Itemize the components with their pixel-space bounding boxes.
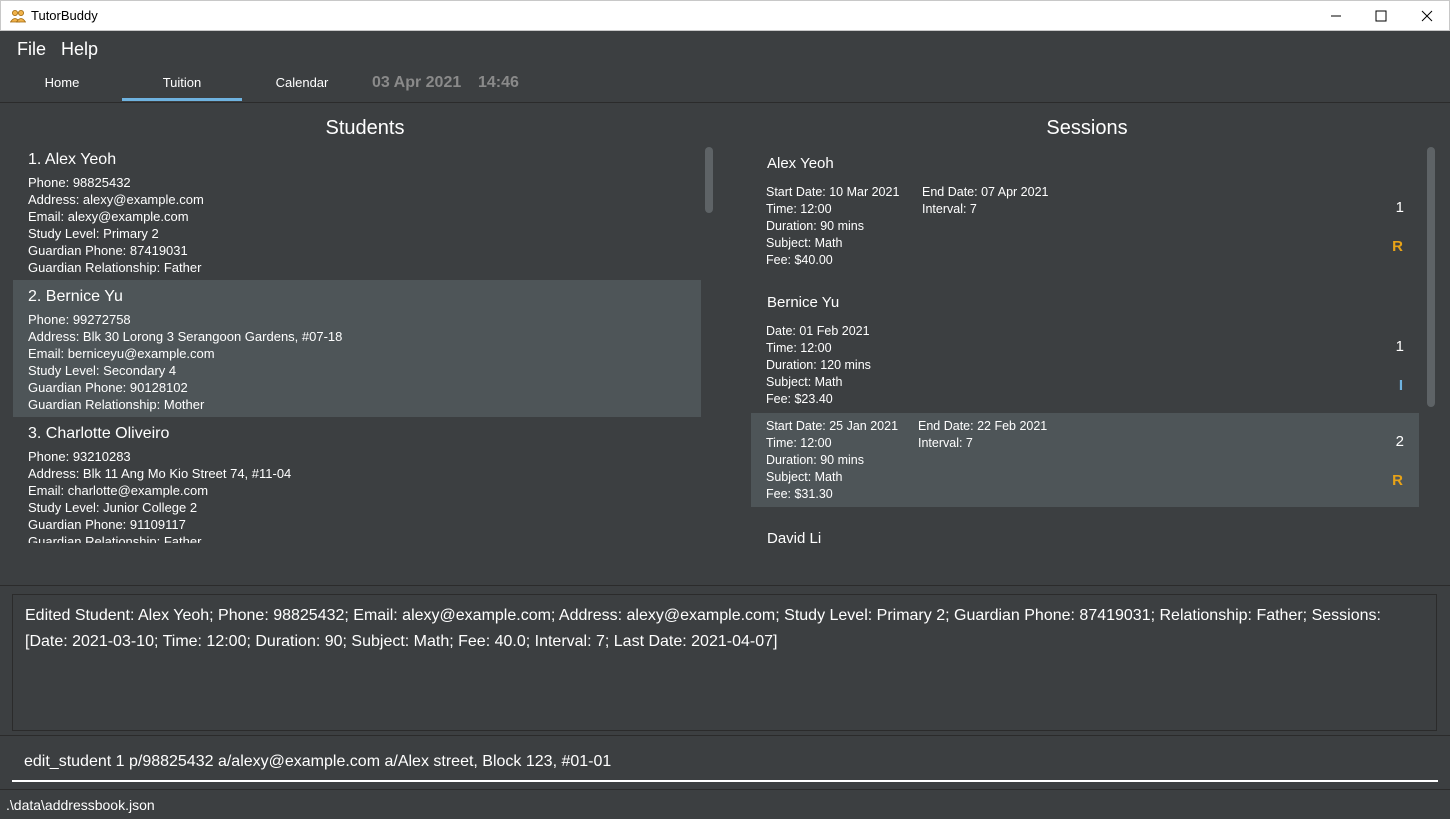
session-duration: Duration: 90 mins (766, 453, 864, 467)
current-time: 14:46 (478, 74, 519, 91)
session-owner-name: Bernice Yu (767, 294, 840, 311)
session-duration: Duration: 90 mins (766, 219, 864, 233)
guardian-relationship: Guardian Relationship: Father (28, 260, 202, 275)
tab-home[interactable]: Home (2, 65, 122, 101)
session-type-tag: R (1392, 238, 1403, 255)
menu-help[interactable]: Help (61, 39, 98, 60)
tab-tuition[interactable]: Tuition (122, 65, 242, 101)
session-scrollbar-thumb[interactable] (1427, 147, 1435, 407)
student-level: Study Level: Secondary 4 (28, 363, 177, 378)
student-card[interactable]: 3. Charlotte Oliveiro Phone: 93210283 Ad… (13, 417, 701, 543)
student-email: Email: alexy@example.com (28, 209, 189, 224)
session-owner-name: Alex Yeoh (767, 155, 834, 172)
student-address: Address: Blk 30 Lorong 3 Serangoon Garde… (28, 329, 343, 344)
result-display: Edited Student: Alex Yeoh; Phone: 988254… (12, 594, 1437, 731)
student-scrollbar[interactable] (705, 147, 713, 539)
minimize-button[interactable] (1313, 1, 1359, 31)
main-panel: Students 1. Alex Yeoh Phone: 98825432 Ad… (3, 103, 1447, 585)
session-index: 1 (1395, 338, 1404, 355)
command-input[interactable] (12, 744, 1438, 782)
tab-bar: Home Tuition Calendar 03 Apr 2021 14:46 (0, 65, 1450, 103)
session-fee: Fee: $31.30 (766, 487, 833, 501)
session-index: 1 (1395, 199, 1404, 216)
student-phone: Phone: 98825432 (28, 175, 131, 190)
command-panel (0, 735, 1450, 787)
students-title: Students (325, 117, 405, 139)
result-panel: Edited Student: Alex Yeoh; Phone: 988254… (0, 585, 1450, 733)
guardian-relationship: Guardian Relationship: Father (28, 534, 202, 543)
student-phone: Phone: 99272758 (28, 312, 131, 327)
current-date: 03 Apr 2021 (372, 74, 462, 91)
session-time: Time: 12:00 (766, 436, 832, 450)
people-icon (10, 10, 26, 23)
session-end-date: End Date: 22 Feb 2021 (918, 419, 1048, 433)
status-bar: .\data\addressbook.json (0, 789, 1450, 819)
session-fee: Fee: $40.00 (766, 253, 833, 267)
student-list[interactable]: 1. Alex Yeoh Phone: 98825432 Address: al… (13, 143, 701, 543)
session-type-tag: I (1398, 377, 1403, 394)
student-name: 1. Alex Yeoh (28, 151, 117, 168)
session-card[interactable]: Start Date: 25 Jan 2021 End Date: 22 Feb… (751, 413, 1419, 507)
session-start-date: Start Date: 25 Jan 2021 (766, 419, 899, 433)
student-address: Address: alexy@example.com (28, 192, 204, 207)
session-fee: Fee: $23.40 (766, 392, 833, 406)
session-list[interactable]: Alex Yeoh Start Date: 10 Mar 2021 End Da… (751, 143, 1419, 543)
maximize-icon (1375, 10, 1387, 22)
session-subject: Subject: Math (766, 470, 843, 484)
minimize-icon (1331, 15, 1341, 17)
guardian-relationship: Guardian Relationship: Mother (28, 397, 205, 412)
menu-bar: File Help (0, 31, 1450, 65)
session-duration: Duration: 120 mins (766, 358, 871, 372)
student-name: 2. Bernice Yu (28, 288, 123, 305)
session-subject: Subject: Math (766, 236, 843, 250)
session-time: Time: 12:00 (766, 341, 832, 355)
session-type-tag: R (1392, 472, 1403, 489)
window-title: TutorBuddy (31, 8, 98, 23)
sessions-title: Sessions (1046, 117, 1128, 139)
student-card[interactable]: 2. Bernice Yu Phone: 99272758 Address: B… (13, 280, 701, 417)
tab-calendar[interactable]: Calendar (242, 65, 362, 101)
save-file-path: .\data\addressbook.json (6, 797, 155, 813)
session-interval: Interval: 7 (918, 436, 973, 450)
menu-file[interactable]: File (17, 39, 46, 60)
session-start-date: Start Date: 10 Mar 2021 (766, 185, 900, 199)
session-end-date: End Date: 07 Apr 2021 (922, 185, 1049, 199)
session-index: 2 (1395, 433, 1404, 450)
session-date: Date: 01 Feb 2021 (766, 324, 870, 338)
session-owner-name: David Li (767, 530, 822, 543)
student-card[interactable]: 1. Alex Yeoh Phone: 98825432 Address: al… (13, 143, 701, 280)
guardian-phone: Guardian Phone: 91109117 (28, 517, 186, 532)
student-email: Email: charlotte@example.com (28, 483, 209, 498)
student-phone: Phone: 93210283 (28, 449, 131, 464)
guardian-phone: Guardian Phone: 90128102 (28, 380, 188, 395)
student-level: Study Level: Primary 2 (28, 226, 159, 241)
maximize-button[interactable] (1358, 1, 1404, 31)
session-scrollbar[interactable] (1427, 147, 1435, 539)
session-card[interactable]: Date: 01 Feb 2021 Time: 12:00 Duration: … (751, 318, 1419, 412)
student-address: Address: Blk 11 Ang Mo Kio Street 74, #1… (28, 466, 292, 481)
close-button[interactable] (1404, 1, 1450, 31)
session-interval: Interval: 7 (922, 202, 977, 216)
session-subject: Subject: Math (766, 375, 843, 389)
title-bar: TutorBuddy (0, 0, 1450, 31)
guardian-phone: Guardian Phone: 87419031 (28, 243, 188, 258)
session-time: Time: 12:00 (766, 202, 832, 216)
session-card[interactable]: Start Date: 10 Mar 2021 End Date: 07 Apr… (751, 179, 1419, 273)
student-level: Study Level: Junior College 2 (28, 500, 198, 515)
student-name: 3. Charlotte Oliveiro (28, 425, 170, 442)
student-email: Email: berniceyu@example.com (28, 346, 215, 361)
student-scrollbar-thumb[interactable] (705, 147, 713, 213)
close-icon (1421, 10, 1433, 22)
